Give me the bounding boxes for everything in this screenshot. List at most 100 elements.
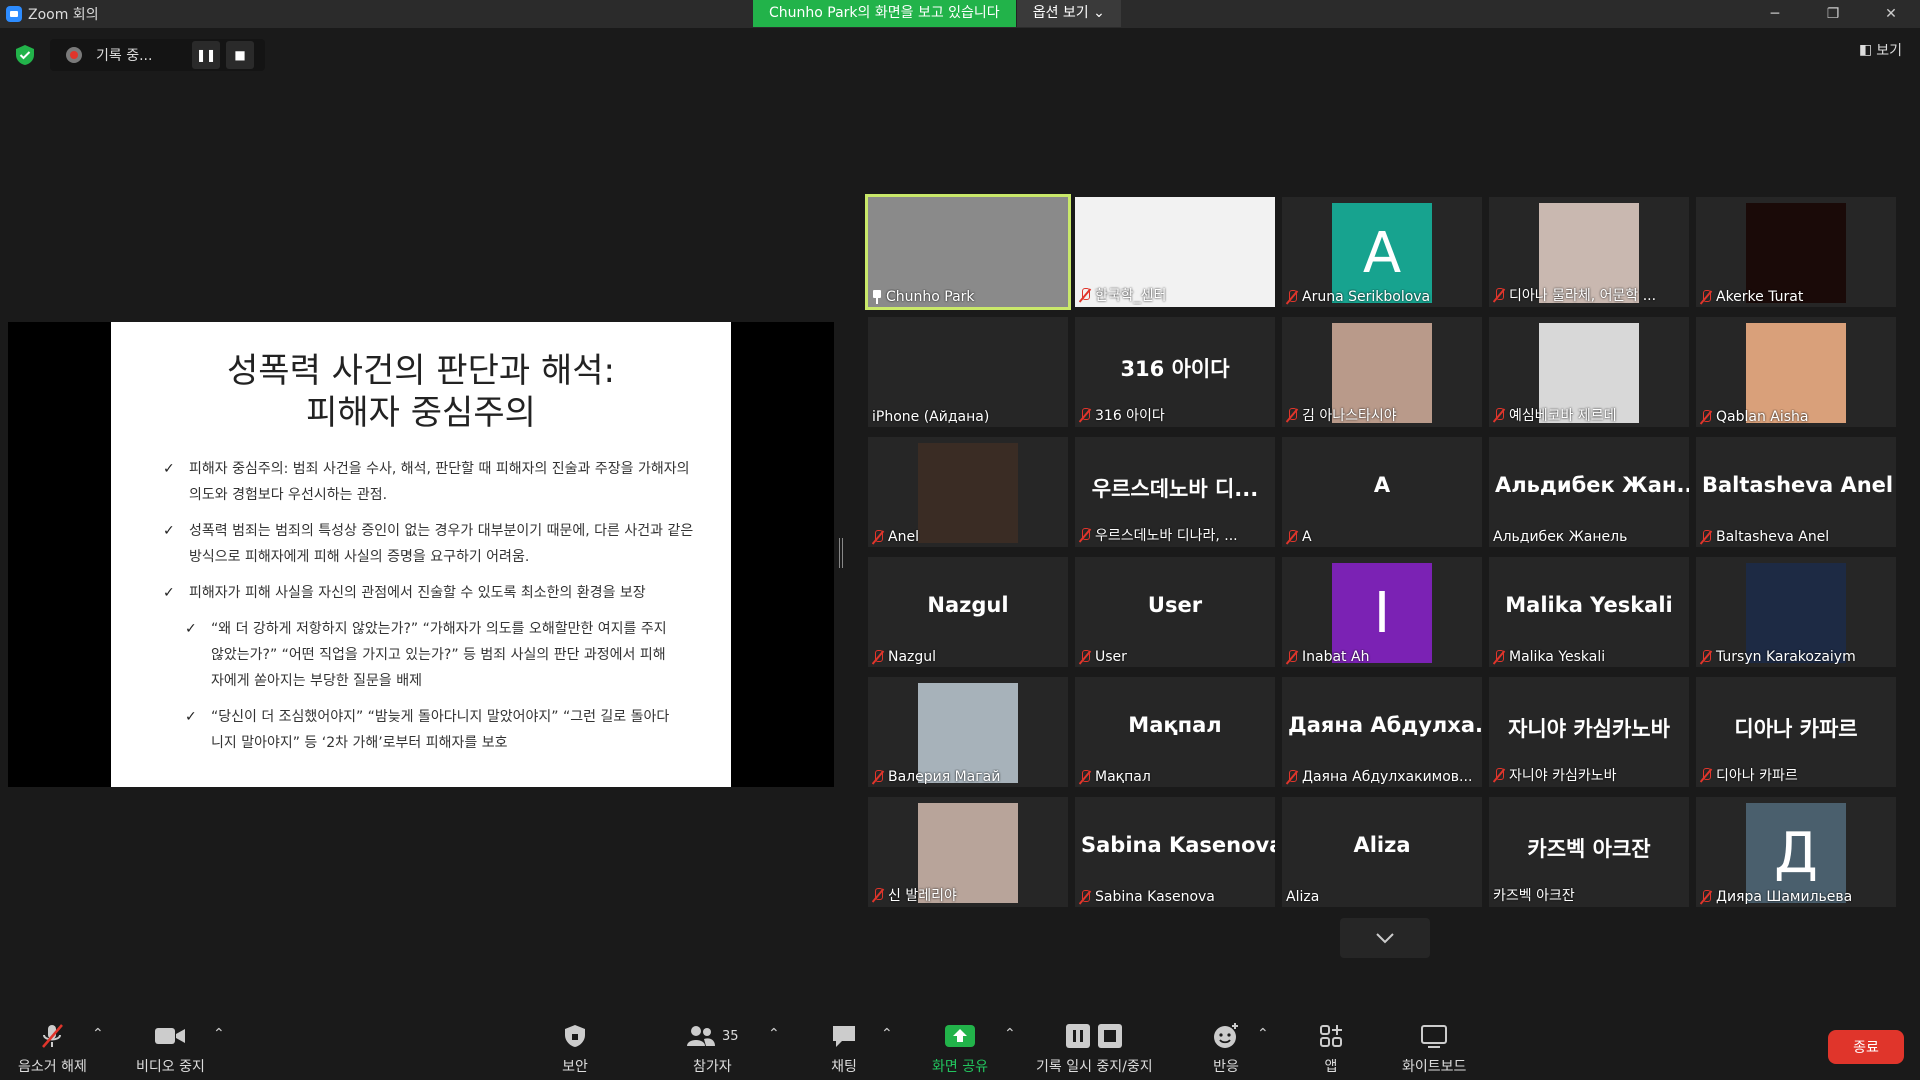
participant-name: Malika Yeskali [1509,649,1606,665]
video-options-caret[interactable]: ⌃ [213,1026,225,1042]
check-icon: ✓ [185,709,197,725]
participant-tile[interactable]: 디아나 물라체, 어문학 ... [1489,197,1689,307]
stop-recording-button[interactable]: ■ [226,41,254,69]
slide-title-line2: 피해자 중심주의 [306,393,536,433]
encryption-shield-icon[interactable] [14,44,36,66]
whiteboard-button[interactable]: 화이트보드 [1402,1022,1466,1076]
slide-bullet: ✓ 피해자 중심주의: 범죄 사건을 수사, 해석, 판단할 때 피해자의 진술과… [111,456,731,508]
reactions-button[interactable]: 반응 [1212,1022,1240,1076]
participant-tile[interactable]: iPhone (Айдана) [868,317,1068,427]
participant-tile[interactable]: User User [1075,557,1275,667]
participant-tile[interactable]: Д Диярa Шамильева [1696,797,1896,907]
participant-name: 예심베코바 제르데 [1509,408,1617,424]
view-label: 보기 [1876,43,1902,59]
participant-name: 신 발레리야 [888,888,957,904]
participant-tile[interactable]: Альдибек Жан... Альдибек Жанель [1489,437,1689,547]
participant-name: Baltasheva Anel [1716,529,1830,545]
participant-tile[interactable]: 신 발레리야 [868,797,1068,907]
participant-name-bar: Malika Yeskali [1493,649,1685,665]
chat-options-caret[interactable]: ⌃ [881,1026,893,1042]
next-page-button[interactable] [1340,918,1430,958]
muted-mic-icon [1493,288,1505,302]
unmute-button[interactable]: 음소거 해제 [18,1022,87,1076]
participant-name: Aruna Serikbolova [1302,289,1431,305]
reactions-options-caret[interactable]: ⌃ [1257,1026,1269,1042]
participants-icon [687,1026,715,1046]
participant-tile[interactable]: I Inabat Ah [1282,557,1482,667]
end-meeting-button[interactable]: 종료 [1828,1030,1904,1064]
participant-tile[interactable]: Nazgul Nazgul [868,557,1068,667]
participant-name-bar: User [1079,649,1271,665]
security-button[interactable]: 보안 [562,1022,588,1076]
muted-mic-icon [1286,770,1298,784]
participant-tile[interactable]: Qablan Aisha [1696,317,1896,427]
apps-button[interactable]: 앱 [1318,1022,1344,1076]
apps-icon [1320,1025,1342,1047]
participant-tile[interactable]: 316 아이다 316 아이다 [1075,317,1275,427]
participant-display-name: User [1147,593,1203,617]
participant-gallery: Chunho Park 한국학_센터 A Aruna Serikbolova 디아나 물… [865,194,1898,909]
participant-tile[interactable]: Baltasheva Anel Baltasheva Anel [1696,437,1896,547]
view-options-button[interactable]: 옵션 보기 ⌄ [1015,0,1121,27]
participant-video [918,443,1018,543]
audio-options-caret[interactable]: ⌃ [92,1026,104,1042]
view-button[interactable]: ◧ 보기 [1859,40,1902,60]
participant-display-name: 카즈벡 아크잔 [1527,837,1651,861]
participants-button[interactable]: 35 참가자 [686,1022,739,1076]
muted-mic-icon [42,1024,64,1048]
participant-tile[interactable]: 자니야 카심카노바 자니야 카심카노바 [1489,677,1689,787]
participant-tile[interactable]: Aliza Aliza [1282,797,1482,907]
emoji-plus-icon [1214,1023,1238,1048]
participant-tile[interactable]: Даяна Абдулха... Даяна Абдулхакимов... [1282,677,1482,787]
pause-recording-button[interactable]: ❚❚ [192,41,220,69]
participant-tile[interactable]: Akerke Turat [1696,197,1896,307]
participants-options-caret[interactable]: ⌃ [768,1026,780,1042]
participant-name-bar: 우르스데노바 디나라, ... [1079,525,1271,545]
participant-video [1746,323,1846,423]
participant-name-bar: Мақпал [1079,769,1271,785]
participant-tile[interactable]: A Aruna Serikbolova [1282,197,1482,307]
participant-tile[interactable]: 우르스데노바 디... 우르스데노바 디나라, ... [1075,437,1275,547]
participant-tile[interactable]: Anel [868,437,1068,547]
participant-tile[interactable]: Валерия Магай [868,677,1068,787]
participant-tile[interactable]: Malika Yeskali Malika Yeskali [1489,557,1689,667]
participant-name: 김 아나스타시야 [1302,408,1397,424]
participant-name-bar: 자니야 카심카노바 [1493,765,1685,785]
share-options-caret[interactable]: ⌃ [1004,1026,1016,1042]
minimize-button[interactable]: ─ [1746,0,1804,28]
participant-display-name: Nazgul [927,593,1009,617]
participant-tile[interactable]: 카즈벡 아크잔 카즈벡 아크잔 [1489,797,1689,907]
participant-tile[interactable]: Tursyn Karakozaiym [1696,557,1896,667]
participant-tile[interactable]: 예심베코바 제르데 [1489,317,1689,427]
muted-mic-icon [1700,768,1712,782]
muted-mic-icon [1700,410,1712,424]
participants-label: 참가자 [692,1059,732,1075]
participant-tile[interactable]: Sabina Kasenova Sabina Kasenova [1075,797,1275,907]
participant-tile[interactable]: Мақпал Мақпал [1075,677,1275,787]
participant-tile[interactable]: Chunho Park [865,194,1071,310]
pause-stop-recording-button[interactable]: 기록 일시 중지/중지 [1036,1022,1153,1076]
reactions-label: 반응 [1213,1059,1239,1075]
participant-name-bar: Aruna Serikbolova [1286,289,1478,305]
participant-name: A [1302,529,1312,545]
participant-tile[interactable]: 김 아나스타시야 [1282,317,1482,427]
chat-button[interactable]: 채팅 [830,1022,858,1076]
participant-tile[interactable]: AA [1282,437,1482,547]
restore-button[interactable]: ❐ [1804,0,1862,28]
chevron-down-icon [1376,933,1394,944]
participant-name-bar: 디아나 카파르 [1700,765,1892,785]
muted-mic-icon [1493,650,1505,664]
participant-name-bar: Альдибек Жанель [1493,529,1685,545]
participant-tile[interactable]: 한국학_센터 [1075,197,1275,307]
check-icon: ✓ [185,621,197,637]
close-button[interactable]: ✕ [1862,0,1920,28]
check-icon: ✓ [163,523,175,539]
muted-mic-icon [1079,528,1091,542]
participant-name: Inabat Ah [1302,649,1370,665]
participant-tile[interactable]: 디아나 카파르 디아나 카파르 [1696,677,1896,787]
stop-video-button[interactable]: 비디오 중지 [136,1022,205,1076]
share-screen-button[interactable]: 화면 공유 [932,1022,988,1076]
participant-name: Qablan Aisha [1716,409,1809,425]
muted-mic-icon [1286,290,1298,304]
split-view-handle[interactable] [839,538,843,568]
